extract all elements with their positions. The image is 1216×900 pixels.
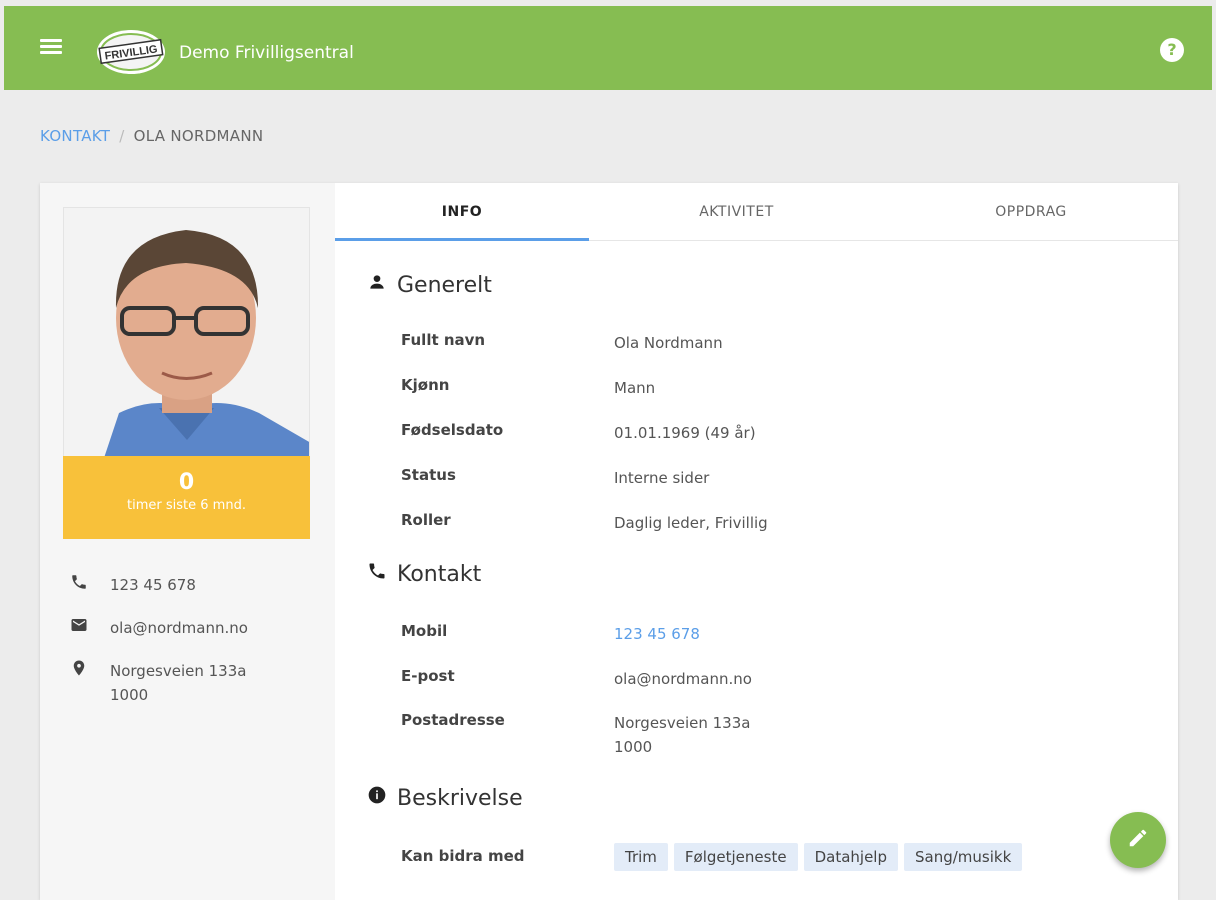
section-beskrivelse: Beskrivelse xyxy=(367,785,523,811)
sidebar-address-line2: 1000 xyxy=(110,686,149,704)
detail-panel: INFO AKTIVITET OPPDRAG Generelt Fullt na… xyxy=(335,183,1178,900)
edit-button[interactable] xyxy=(1110,812,1166,868)
tab-aktivitet[interactable]: AKTIVITET xyxy=(589,183,884,241)
field-label: Kjønn xyxy=(401,376,450,394)
section-generelt: Generelt xyxy=(367,272,492,298)
sidebar-email-text: ola@nordmann.no xyxy=(110,619,248,637)
field-value: Mann xyxy=(614,379,656,397)
sidebar-phone: 123 45 678 xyxy=(70,573,196,597)
field-label: Mobil xyxy=(401,622,448,640)
chip-folgetjeneste[interactable]: Følgetjeneste xyxy=(673,843,798,871)
section-beskrivelse-title: Beskrivelse xyxy=(397,785,523,811)
profile-sidebar: 0 timer siste 6 mnd. 123 45 678 ola@nord… xyxy=(40,183,335,900)
location-icon xyxy=(70,659,110,707)
postadresse-line2: 1000 xyxy=(614,738,653,756)
chip-sang-musikk[interactable]: Sang/musikk xyxy=(904,843,1023,871)
field-value: Interne sider xyxy=(614,469,710,487)
help-icon[interactable]: ? xyxy=(1160,38,1184,62)
hours-label: timer siste 6 mnd. xyxy=(127,498,246,513)
tab-info[interactable]: INFO xyxy=(335,183,589,241)
field-value: Daglig leder, Frivillig xyxy=(614,514,768,532)
field-label: E-post xyxy=(401,667,455,685)
field-label: Status xyxy=(401,466,456,484)
field-label: Fullt navn xyxy=(401,331,486,349)
profile-photo xyxy=(63,207,310,457)
field-label: Postadresse xyxy=(401,711,505,729)
phone-icon xyxy=(367,561,397,587)
field-value: Ola Nordmann xyxy=(614,334,723,352)
section-kontakt: Kontakt xyxy=(367,561,481,587)
edit-pencil-icon xyxy=(1127,827,1149,853)
breadcrumb-separator: / xyxy=(119,127,125,145)
field-value: 01.01.1969 (49 år) xyxy=(614,424,756,442)
sidebar-phone-text: 123 45 678 xyxy=(110,576,196,594)
mobil-link[interactable]: 123 45 678 xyxy=(614,622,1014,646)
contact-card: 0 timer siste 6 mnd. 123 45 678 ola@nord… xyxy=(40,183,1178,900)
field-label: Fødselsdato xyxy=(401,421,504,439)
sidebar-email: ola@nordmann.no xyxy=(70,616,248,640)
phone-icon xyxy=(70,573,110,597)
field-value: ola@nordmann.no xyxy=(614,670,752,688)
hours-badge: 0 timer siste 6 mnd. xyxy=(63,456,310,539)
app-title: Demo Frivilligsentral xyxy=(179,43,354,63)
person-icon xyxy=(367,272,397,298)
section-generelt-title: Generelt xyxy=(397,272,492,298)
tab-bar: INFO AKTIVITET OPPDRAG xyxy=(335,183,1178,241)
field-label: Roller xyxy=(401,511,451,529)
section-kontakt-title: Kontakt xyxy=(397,561,482,587)
hours-value: 0 xyxy=(178,470,195,495)
postadresse-line1: Norgesveien 133a xyxy=(614,714,751,732)
tab-oppdrag[interactable]: OPPDRAG xyxy=(884,183,1178,241)
top-app-bar: FRIVILLIG Demo Frivilligsentral ? xyxy=(4,6,1212,90)
email-icon xyxy=(70,616,110,640)
breadcrumb-kontakt[interactable]: KONTAKT xyxy=(40,127,110,145)
field-label: Kan bidra med xyxy=(401,847,525,865)
menu-icon[interactable] xyxy=(40,36,66,60)
skill-chips: Trim Følgetjeneste Datahjelp Sang/musikk xyxy=(614,843,1028,871)
field-value: Norgesveien 133a 1000 xyxy=(614,711,1014,759)
chip-datahjelp[interactable]: Datahjelp xyxy=(803,843,898,871)
breadcrumb: KONTAKT / OLA NORDMANN xyxy=(40,127,263,145)
breadcrumb-current: OLA NORDMANN xyxy=(133,127,264,145)
info-icon xyxy=(367,785,397,811)
frivillig-logo[interactable]: FRIVILLIG xyxy=(94,26,168,78)
sidebar-address-line1: Norgesveien 133a xyxy=(110,662,247,680)
sidebar-address: Norgesveien 133a 1000 xyxy=(70,659,246,707)
chip-trim[interactable]: Trim xyxy=(614,843,668,871)
